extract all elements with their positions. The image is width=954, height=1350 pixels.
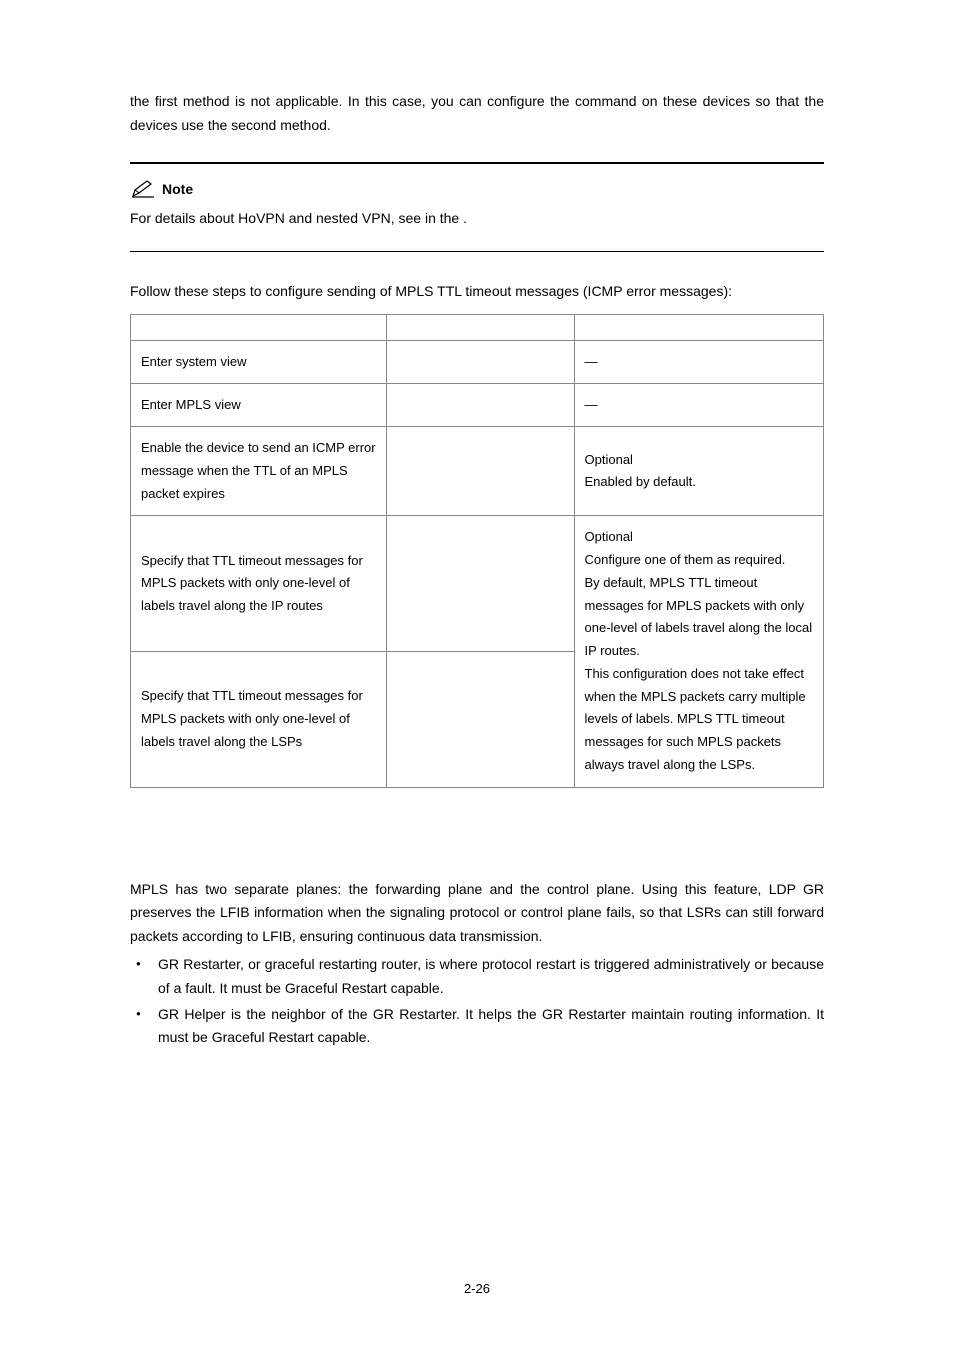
table-cell: — [574,384,823,427]
table-cell [387,340,574,383]
table-cell: Specify that TTL timeout messages for MP… [131,652,387,788]
table-cell-merged-remarks: Optional Configure one of them as requir… [574,516,823,787]
bullet-list: GR Restarter, or graceful restarting rou… [130,953,824,1050]
intro-paragraph: the first method is not applicable. In t… [130,90,824,138]
section2-paragraph: MPLS has two separate planes: the forwar… [130,878,824,949]
table-row: Specify that TTL timeout messages for MP… [131,516,824,652]
table-row: Enter MPLS view — [131,384,824,427]
table-cell: Optional Enabled by default. [574,427,823,516]
config-table: Enter system view — Enter MPLS view — En… [130,314,824,788]
note-body-prefix: For details about HoVPN and nested VPN, … [130,210,425,226]
table-cell [387,384,574,427]
table-row: Enable the device to send an ICMP error … [131,427,824,516]
table-row: Enter system view — [131,340,824,383]
note-body-suffix: in the [425,210,463,226]
list-item: GR Helper is the neighbor of the GR Rest… [130,1003,824,1051]
steps-intro: Follow these steps to configure sending … [130,280,824,304]
note-body-end: . [463,210,467,226]
table-header-row [131,314,824,340]
table-cell: Enter MPLS view [131,384,387,427]
table-cell [387,427,574,516]
note-body: For details about HoVPN and nested VPN, … [130,207,824,231]
table-cell [387,652,574,788]
table-cell: — [574,340,823,383]
pencil-note-icon [130,179,156,199]
note-block: Note For details about HoVPN and nested … [130,162,824,253]
note-header: Note [130,178,824,202]
list-item: GR Restarter, or graceful restarting rou… [130,953,824,1001]
table-header-remarks [574,314,823,340]
table-cell: Enable the device to send an ICMP error … [131,427,387,516]
table-cell [387,516,574,652]
note-label: Note [162,178,193,202]
table-cell: Specify that TTL timeout messages for MP… [131,516,387,652]
table-header-command [387,314,574,340]
table-cell: Enter system view [131,340,387,383]
table-header-todo [131,314,387,340]
page-number: 2-26 [0,1278,954,1300]
